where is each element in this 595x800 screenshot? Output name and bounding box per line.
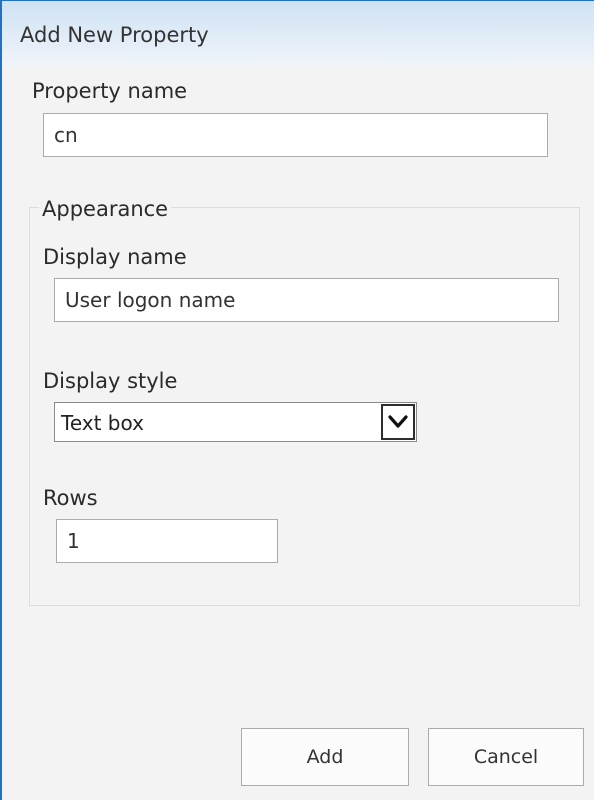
display-name-label: Display name xyxy=(43,245,187,269)
rows-label: Rows xyxy=(43,486,98,510)
add-button[interactable]: Add xyxy=(241,728,409,786)
add-new-property-dialog: Add New Property Property name Appearanc… xyxy=(0,0,594,800)
cancel-button[interactable]: Cancel xyxy=(428,728,584,786)
display-style-selected-value: Text box xyxy=(61,411,144,435)
chevron-down-icon[interactable] xyxy=(381,404,415,440)
rows-input[interactable] xyxy=(56,519,278,563)
dialog-title: Add New Property xyxy=(20,23,209,47)
display-style-select[interactable]: Text box xyxy=(54,402,417,442)
dialog-titlebar: Add New Property xyxy=(2,1,594,67)
property-name-input[interactable] xyxy=(43,113,548,157)
appearance-legend: Appearance xyxy=(39,197,172,221)
display-name-input[interactable] xyxy=(54,278,559,322)
property-name-label: Property name xyxy=(32,79,188,103)
display-style-label: Display style xyxy=(43,369,178,393)
